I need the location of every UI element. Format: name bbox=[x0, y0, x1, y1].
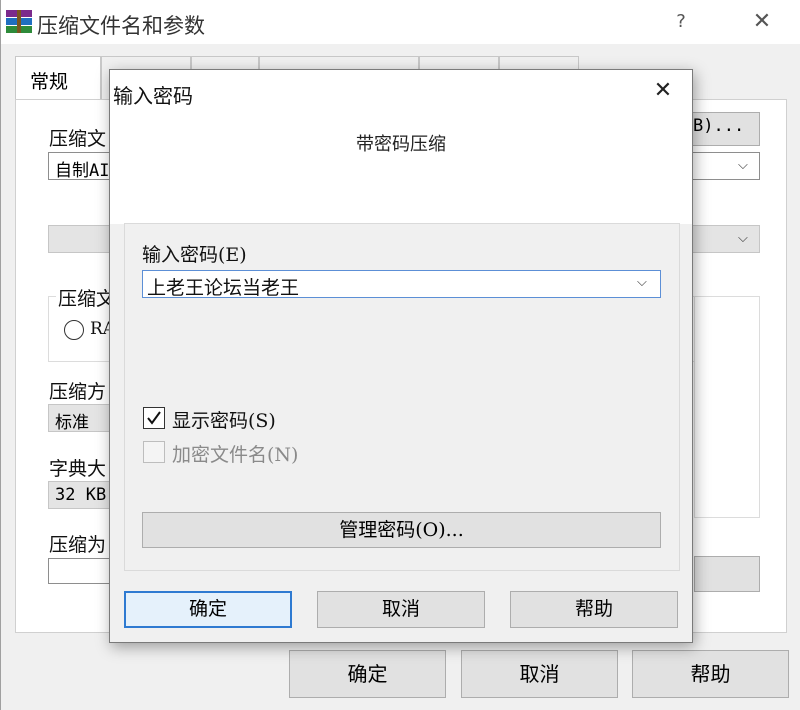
browse-button-label: B)... bbox=[693, 116, 745, 136]
rar-radio[interactable] bbox=[64, 320, 84, 340]
archive-format-label: 压缩文 bbox=[56, 284, 118, 311]
dialog-cancel-label: 取消 bbox=[381, 598, 420, 620]
browse-button[interactable]: B)... bbox=[686, 112, 760, 146]
show-password-label: 显示密码(S) bbox=[172, 410, 276, 432]
compression-method-label: 压缩方 bbox=[49, 381, 107, 403]
dialog-cancel-button[interactable]: 取消 bbox=[317, 591, 485, 628]
split-volumes-input[interactable] bbox=[48, 558, 114, 584]
help-button-label: 帮助 bbox=[690, 662, 731, 686]
chevron-down-icon[interactable]: ⌵ bbox=[738, 231, 748, 246]
dictionary-size-select[interactable]: 32 KB bbox=[48, 481, 114, 509]
dialog-ok-label: 确定 bbox=[188, 598, 227, 620]
help-icon[interactable]: ? bbox=[669, 8, 693, 36]
archive-name-label: 压缩文 bbox=[49, 128, 107, 150]
dialog-ok-button[interactable]: 确定 bbox=[124, 591, 292, 628]
cancel-button-label: 取消 bbox=[519, 662, 560, 686]
dialog-help-button[interactable]: 帮助 bbox=[510, 591, 678, 628]
dictionary-size-label: 字典大 bbox=[49, 458, 107, 480]
dialog-title: 输入密码 bbox=[113, 84, 193, 108]
dialog-help-label: 帮助 bbox=[574, 598, 613, 620]
dialog-subtitle: 带密码压缩 bbox=[356, 134, 446, 155]
tab-general[interactable]: 常规 bbox=[15, 56, 101, 100]
password-dialog: 输入密码 ✕ 带密码压缩 输入密码(E) 上老王论坛当老王 ⌵ 显示密码(S) … bbox=[109, 69, 693, 643]
dictionary-size-value: 32 KB bbox=[55, 485, 107, 505]
winrar-app-icon bbox=[6, 10, 32, 34]
chevron-down-icon[interactable]: ⌵ bbox=[738, 158, 748, 173]
encrypt-filenames-checkbox[interactable] bbox=[143, 441, 165, 463]
window-title: 压缩文件名和参数 bbox=[37, 14, 205, 38]
encrypt-filenames-label: 加密文件名(N) bbox=[172, 444, 299, 466]
split-volumes-label: 压缩为 bbox=[49, 534, 107, 556]
checkmark-icon bbox=[147, 411, 161, 425]
compression-method-value: 标准 bbox=[55, 413, 89, 432]
show-password-checkbox[interactable] bbox=[143, 407, 165, 429]
dialog-header: 带密码压缩 bbox=[110, 112, 692, 224]
window-titlebar: 压缩文件名和参数 ? ✕ bbox=[1, 0, 800, 44]
close-icon[interactable]: ✕ bbox=[749, 8, 775, 36]
dialog-close-icon[interactable]: ✕ bbox=[648, 76, 678, 106]
cancel-button[interactable]: 取消 bbox=[461, 650, 618, 698]
ok-button-label: 确定 bbox=[347, 662, 388, 686]
options-group bbox=[694, 296, 760, 518]
password-label: 输入密码(E) bbox=[142, 244, 247, 266]
archive-name-value: 自制AI bbox=[55, 161, 110, 180]
password-value: 上老王论坛当老王 bbox=[147, 277, 300, 299]
help-button[interactable]: 帮助 bbox=[632, 650, 789, 698]
chevron-down-icon[interactable]: ⌵ bbox=[637, 275, 647, 290]
ok-button[interactable]: 确定 bbox=[289, 650, 446, 698]
manage-passwords-button[interactable]: 管理密码(O)... bbox=[142, 512, 661, 548]
password-input[interactable]: 上老王论坛当老王 ⌵ bbox=[142, 270, 661, 299]
tab-general-label: 常规 bbox=[30, 71, 69, 93]
set-password-button[interactable] bbox=[694, 556, 760, 592]
compression-method-select[interactable]: 标准 bbox=[48, 404, 114, 432]
dialog-titlebar: 输入密码 ✕ bbox=[110, 70, 692, 112]
manage-passwords-label: 管理密码(O)... bbox=[339, 519, 464, 541]
